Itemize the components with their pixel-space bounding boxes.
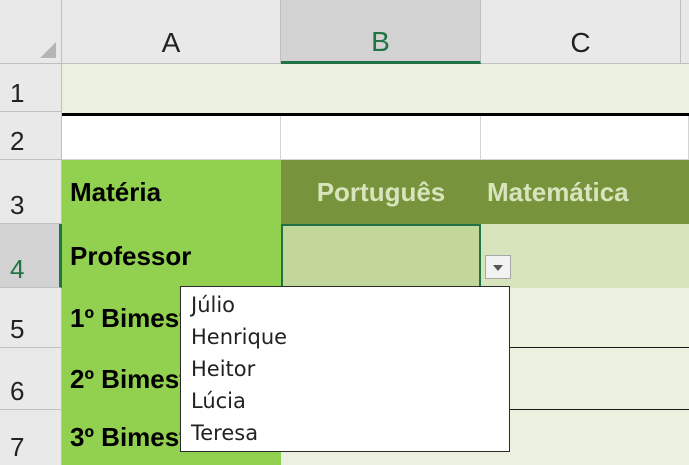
select-all-icon xyxy=(40,42,56,58)
cell-b3[interactable]: Português xyxy=(281,160,481,224)
row-header-1[interactable]: 1 xyxy=(0,64,62,112)
cell-a2[interactable] xyxy=(62,116,281,160)
row-header-7[interactable]: 7 xyxy=(0,410,62,465)
dropdown-option[interactable]: Heitor xyxy=(181,353,509,385)
row-header-2[interactable]: 2 xyxy=(0,112,62,160)
cell-c4[interactable] xyxy=(481,224,689,288)
cell-a4[interactable]: Professor xyxy=(62,224,281,288)
column-header-c[interactable]: C xyxy=(481,0,681,64)
cell-c2[interactable] xyxy=(481,116,689,160)
dropdown-button[interactable] xyxy=(485,255,511,279)
column-header-a[interactable]: A xyxy=(62,0,281,64)
dropdown-list[interactable]: Júlio Henrique Heitor Lúcia Teresa xyxy=(180,286,510,452)
cell-a3[interactable]: Matéria xyxy=(62,160,281,224)
dropdown-option[interactable]: Lúcia xyxy=(181,385,509,417)
row-header-4[interactable]: 4 xyxy=(0,224,62,288)
row-header-5[interactable]: 5 xyxy=(0,288,62,348)
chevron-down-icon xyxy=(493,265,503,271)
cell-b4-active[interactable] xyxy=(281,224,481,288)
cell-b2[interactable] xyxy=(281,116,481,160)
dropdown-option[interactable]: Henrique xyxy=(181,321,509,353)
dropdown-option[interactable]: Teresa xyxy=(181,417,509,449)
column-header-b[interactable]: B xyxy=(281,0,481,64)
row-header-6[interactable]: 6 xyxy=(0,348,62,410)
column-header-d[interactable] xyxy=(681,0,689,64)
cell-c3[interactable]: Matemática xyxy=(481,160,689,224)
row-header-3[interactable]: 3 xyxy=(0,160,62,224)
select-all-corner[interactable] xyxy=(0,0,62,64)
dropdown-option[interactable]: Júlio xyxy=(181,289,509,321)
row-1-band[interactable] xyxy=(62,64,689,116)
